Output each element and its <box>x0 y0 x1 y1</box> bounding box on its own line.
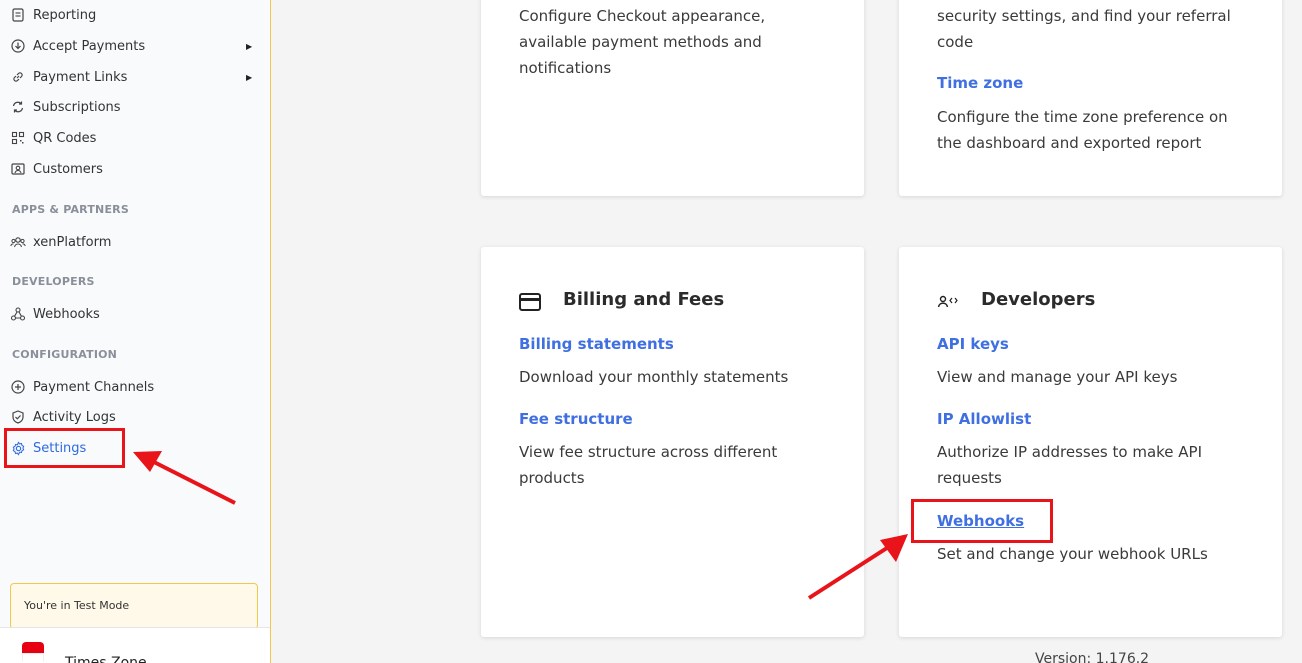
annotation-arrows <box>133 451 908 600</box>
arrow-to-webhooks <box>807 534 908 600</box>
arrow-to-settings <box>133 451 236 505</box>
